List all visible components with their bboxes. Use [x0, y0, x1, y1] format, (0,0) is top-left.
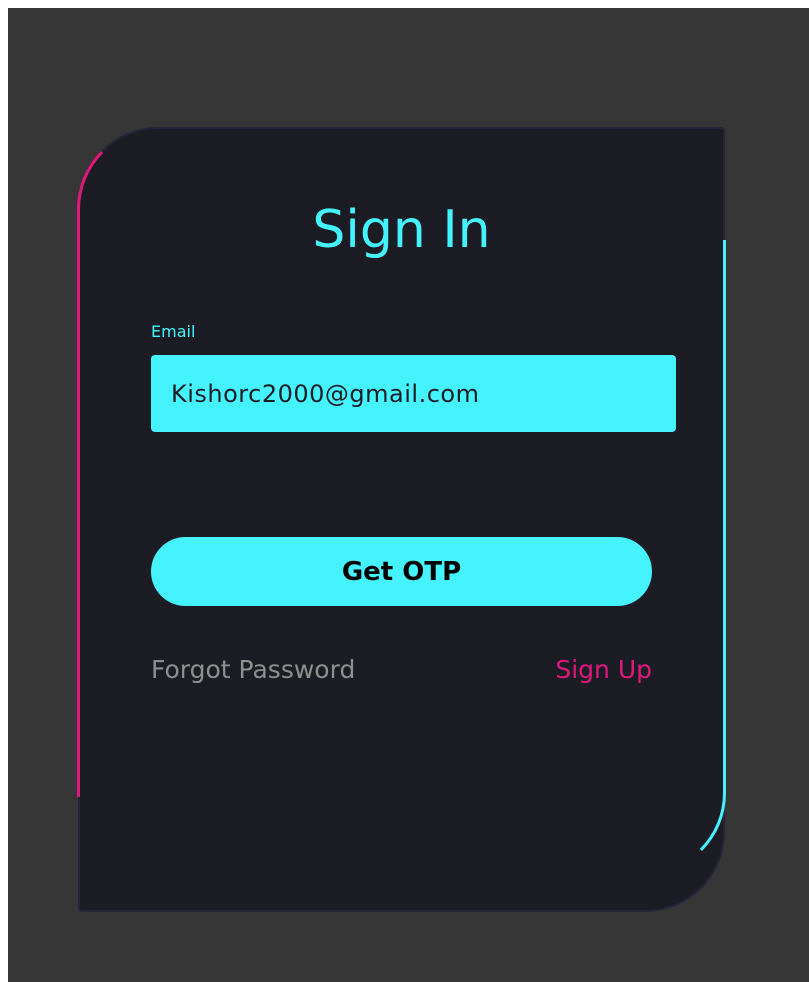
forgot-password-link[interactable]: Forgot Password — [151, 655, 355, 684]
sign-up-link[interactable]: Sign Up — [555, 655, 652, 684]
get-otp-button[interactable]: Get OTP — [151, 537, 652, 606]
page-title: Sign In — [312, 200, 491, 260]
email-label: Email — [151, 322, 196, 341]
email-input[interactable] — [151, 355, 676, 432]
